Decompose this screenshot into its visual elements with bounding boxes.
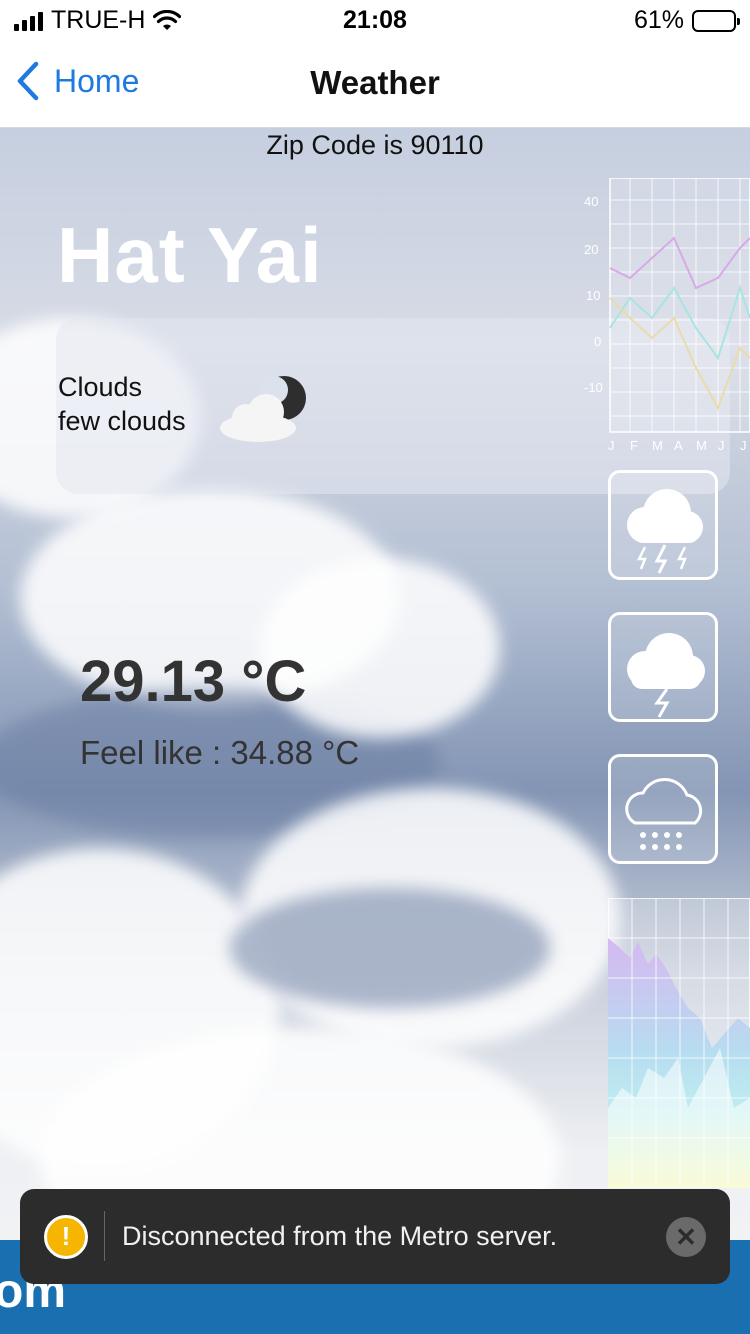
chart-x-tick: M [652,438,663,453]
toast-message: Disconnected from the Metro server. [122,1221,558,1251]
background-cloud [230,888,550,1008]
status-bar: TRUE-H 21:08 61% [0,0,750,40]
temperature: 29.13 °C [80,649,307,714]
cloud-moon-icon [220,376,306,442]
warning-icon: ! [44,1215,88,1259]
lightning-cloud-tile [608,612,718,722]
chart-x-tick: A [674,438,683,453]
feels-like: Feel like : 34.88 °C [80,734,360,771]
close-icon[interactable]: ✕ [666,1217,706,1257]
lightning-cloud-icon [627,633,705,718]
chart-x-tick: J [740,438,747,453]
chart-y-tick: 40 [584,194,598,209]
chart-y-tick: 20 [584,242,598,257]
battery-percent: 61% [633,6,684,34]
city-name: Hat Yai [57,211,323,299]
chart-y-tick: -10 [584,380,603,395]
condition-main: Clouds [58,372,143,402]
chart-y-tick: 0 [594,334,601,349]
condition-description: few clouds [58,406,186,436]
decorative-line-chart: 40 20 10 0 -10 J F M A M J J [584,178,750,453]
page-title: Weather [310,64,440,101]
snow-cloud-tile [608,754,718,864]
decorative-area-chart [608,898,750,1188]
battery-icon [692,9,740,32]
snow-cloud-icon [625,778,703,850]
toast-divider [104,1211,105,1261]
weather-content: Zip Code is 90110 Hat Yai Clouds few clo… [0,128,750,1334]
thunderstorm-tile [608,470,718,580]
chart-x-tick: M [696,438,707,453]
status-right: 61% [633,6,740,35]
chart-x-tick: J [608,438,615,453]
toast-notification: ! Disconnected from the Metro server. ✕ [20,1189,730,1284]
chart-y-tick: 10 [586,288,600,303]
chart-x-tick: F [630,438,638,453]
navigation-bar: Home Weather [0,40,750,128]
chart-x-tick: J [718,438,725,453]
thunderstorm-icon [627,489,703,574]
zip-code-text: Zip Code is 90110 [266,130,484,160]
